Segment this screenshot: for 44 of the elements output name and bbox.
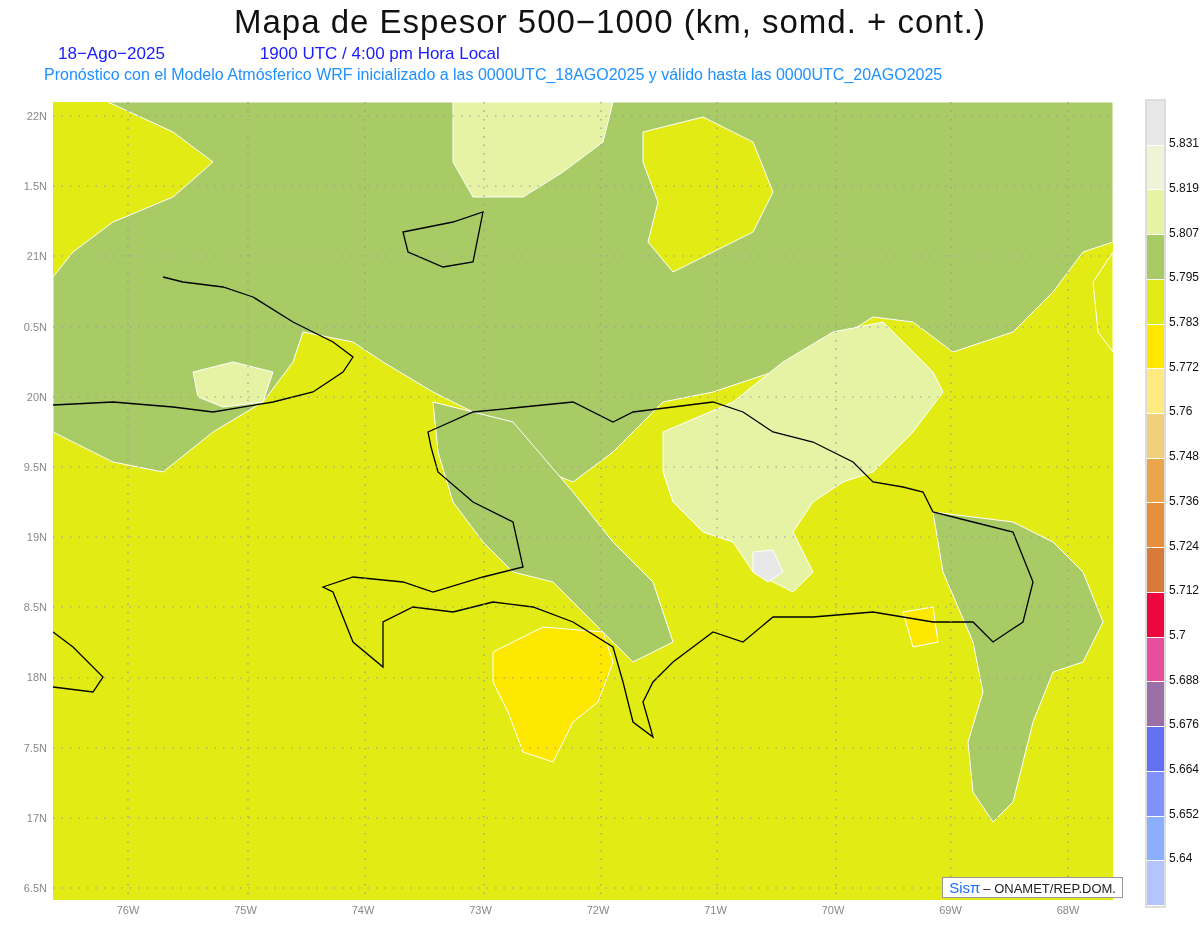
colorbar-label: 5.831 bbox=[1169, 136, 1200, 151]
longitude-label: 70W bbox=[820, 903, 846, 918]
latitude-label: 17N bbox=[26, 810, 48, 826]
longitude-label: 71W bbox=[703, 903, 728, 918]
colorbar-label: 5.64 bbox=[1169, 851, 1193, 866]
colorbar-label: 5.772 bbox=[1169, 359, 1200, 374]
credit-text: – ONAMET/REP.DOM. bbox=[983, 881, 1116, 896]
colorbar-label: 5.736 bbox=[1169, 493, 1200, 508]
latitude-label: 22N bbox=[26, 109, 48, 124]
colorbar-label: 5.795 bbox=[1169, 270, 1200, 285]
longitude-label: 75W bbox=[233, 903, 258, 918]
logo-text: Sisπ bbox=[949, 879, 981, 896]
latitude-label: 20N bbox=[26, 389, 48, 405]
colorbar-label: 5.724 bbox=[1169, 538, 1200, 553]
longitude-label: 74W bbox=[350, 903, 376, 918]
latitude-label: 7.5N bbox=[23, 740, 48, 756]
latitude-label: 1.5N bbox=[23, 179, 48, 195]
longitude-label: 69W bbox=[938, 903, 963, 918]
colorbar-label: 5.676 bbox=[1169, 717, 1200, 732]
longitude-label: 73W bbox=[468, 903, 493, 918]
latitude-label: 6.5N bbox=[23, 880, 48, 896]
colorbar-label: 5.76 bbox=[1169, 404, 1193, 419]
latitude-label: 9.5N bbox=[23, 459, 48, 475]
colorbar-label: 5.7 bbox=[1169, 627, 1186, 642]
colorbar-label: 5.783 bbox=[1169, 315, 1200, 330]
longitude-label: 68W bbox=[1055, 903, 1081, 918]
map-title: Mapa de Espesor 500−1000 (km, somd. + cont.) bbox=[232, 2, 988, 42]
latitude-label: 8.5N bbox=[23, 600, 48, 616]
colorbar-label: 5.652 bbox=[1169, 806, 1200, 821]
latitude-label: 19N bbox=[26, 530, 48, 546]
colorbar-label: 5.688 bbox=[1169, 672, 1200, 687]
forecast-time: 1900 UTC / 4:00 pm Hora Local bbox=[259, 44, 500, 64]
colorbar-label: 5.807 bbox=[1169, 225, 1200, 240]
latitude-label: 18N bbox=[26, 670, 48, 686]
colorbar-label: 5.712 bbox=[1169, 583, 1200, 598]
longitude-label: 76W bbox=[115, 903, 141, 918]
latitude-label: 0.5N bbox=[23, 319, 48, 335]
colorbar-label: 5.664 bbox=[1169, 761, 1200, 776]
colorbar-label: 5.819 bbox=[1169, 181, 1200, 196]
latitude-label: 21N bbox=[26, 249, 48, 265]
longitude-label: 72W bbox=[585, 903, 611, 918]
colorbar-label: 5.748 bbox=[1169, 449, 1200, 464]
forecast-date: 18−Ago−2025 bbox=[58, 44, 165, 64]
forecast-description: Pronóstico con el Modelo Atmósferico WRF inicializado a las 0000UTC_18AGO2025 y válido hasta las 0000UTC_20AGO2025 bbox=[44, 65, 944, 85]
